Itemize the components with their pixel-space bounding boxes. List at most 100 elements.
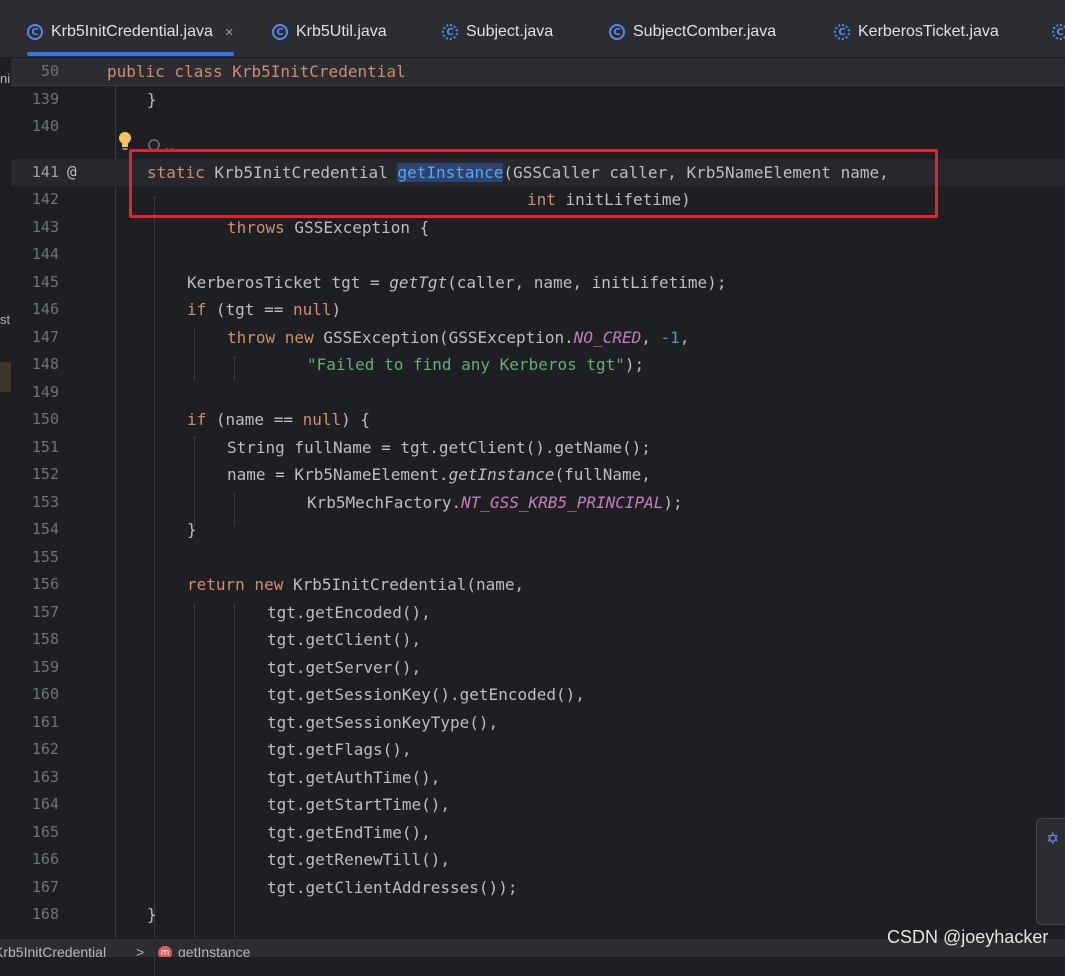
override-marker-icon[interactable]: @ <box>67 162 77 181</box>
code-line[interactable]: 157 tgt.getEncoded(), <box>11 599 1065 626</box>
code-text: String fullName = tgt.getClient().getNam… <box>227 438 651 457</box>
code-text: } <box>187 520 197 539</box>
line-number: 157 <box>31 603 59 621</box>
close-tab-icon[interactable]: × <box>225 24 234 41</box>
line-number: 140 <box>31 117 59 135</box>
code-line[interactable]: 167 tgt.getClientAddresses()); <box>11 874 1065 901</box>
code-line[interactable]: 163 tgt.getAuthTime(), <box>11 764 1065 791</box>
line-number: 146 <box>31 300 59 318</box>
line-number: 155 <box>31 548 59 566</box>
line-number: 154 <box>31 520 59 538</box>
tab-label: KerberosTicket.java <box>858 23 999 40</box>
code-line[interactable]: 153 Krb5MechFactory.NT_GSS_KRB5_PRINCIPA… <box>11 489 1065 516</box>
line-number: 150 <box>31 410 59 428</box>
code-text: tgt.getSessionKeyType(), <box>267 713 499 732</box>
code-text: tgt.getSessionKey().getEncoded(), <box>267 685 585 704</box>
line-number: 153 <box>31 493 59 511</box>
line-number: 50 <box>40 62 59 80</box>
line-number: 160 <box>31 685 59 703</box>
code-text: } <box>147 90 157 109</box>
code-line[interactable]: 145 KerberosTicket tgt = getTgt(caller, … <box>11 269 1065 296</box>
library-class-icon: C <box>442 24 458 40</box>
code-line[interactable]: 159 tgt.getServer(), <box>11 654 1065 681</box>
code-text: if (tgt == null) <box>187 300 342 319</box>
line-number: 165 <box>31 823 59 841</box>
code-text: tgt.getFlags(), <box>267 740 412 759</box>
line-number: 144 <box>31 245 59 263</box>
line-number: 149 <box>31 383 59 401</box>
code-text: tgt.getClient(), <box>267 630 422 649</box>
code-line[interactable]: 165 tgt.getEndTime(), <box>11 819 1065 846</box>
code-text: tgt.getEndTime(), <box>267 823 431 842</box>
code-line[interactable]: 144 <box>11 241 1065 268</box>
highlight-box <box>129 149 938 218</box>
tab-subject[interactable]: C Subject.java <box>442 10 553 54</box>
code-text: KerberosTicket tgt = getTgt(caller, name… <box>187 273 727 292</box>
code-line[interactable]: 146 if (tgt == null) <box>11 296 1065 323</box>
code-line[interactable]: 158 tgt.getClient(), <box>11 626 1065 653</box>
code-text: throws GSSException { <box>227 218 430 237</box>
line-number: 141 <box>31 163 59 181</box>
assistant-icon[interactable]: ✡ <box>1046 829 1059 848</box>
class-icon: C <box>272 24 288 40</box>
library-class-icon: C <box>1052 24 1065 40</box>
code-line[interactable]: 156 return new Krb5InitCredential(name, <box>11 571 1065 598</box>
line-number: 158 <box>31 630 59 648</box>
code-line[interactable]: 162 tgt.getFlags(), <box>11 736 1065 763</box>
panel-text-fragment: ni <box>0 71 11 86</box>
code-text: } <box>147 905 157 924</box>
line-number: 164 <box>31 795 59 813</box>
code-line[interactable]: 168 } <box>11 901 1065 928</box>
code-text: "Failed to find any Kerberos tgt"); <box>307 355 645 374</box>
watermark: CSDN @joeyhacker <box>887 927 1049 947</box>
code-line[interactable]: 151 String fullName = tgt.getClient().ge… <box>11 434 1065 461</box>
class-icon: C <box>609 24 625 40</box>
line-number: 145 <box>31 273 59 291</box>
tab-overflow[interactable]: C <box>1052 10 1065 54</box>
tab-subjectcomber[interactable]: C SubjectComber.java <box>609 10 776 54</box>
code-line[interactable]: 160 tgt.getSessionKey().getEncoded(), <box>11 681 1065 708</box>
library-class-icon: C <box>834 24 850 40</box>
tab-krb5initcredential[interactable]: C Krb5InitCredential.java × <box>27 10 234 56</box>
code-line[interactable]: 147 throw new GSSException(GSSException.… <box>11 324 1065 351</box>
code-line[interactable]: 164 tgt.getStartTime(), <box>11 791 1065 818</box>
code-text: tgt.getAuthTime(), <box>267 768 441 787</box>
line-number: 152 <box>31 465 59 483</box>
tab-label: Subject.java <box>466 23 554 40</box>
code-text: if (name == null) { <box>187 410 371 429</box>
code-line[interactable]: 149 <box>11 379 1065 406</box>
code-line[interactable]: 140 <box>11 113 1065 140</box>
sticky-class-header[interactable]: 50 public class Krb5InitCredential <box>11 58 1065 86</box>
breadcrumb-method[interactable]: m getInstance <box>158 944 250 957</box>
code-text: return new Krb5InitCredential(name, <box>187 575 525 594</box>
code-text: tgt.getServer(), <box>267 658 422 677</box>
code-line[interactable]: 152 name = Krb5NameElement.getInstance(f… <box>11 461 1065 488</box>
tab-label: SubjectComber.java <box>633 23 777 40</box>
code-line[interactable]: 139 } <box>11 86 1065 113</box>
code-text: tgt.getClientAddresses()); <box>267 878 518 897</box>
line-number: 156 <box>31 575 59 593</box>
tab-krb5util[interactable]: C Krb5Util.java <box>272 10 387 54</box>
line-number: 159 <box>31 658 59 676</box>
code-text: name = Krb5NameElement.getInstance(fullN… <box>227 465 651 484</box>
code-line[interactable]: 155 <box>11 544 1065 571</box>
line-number: 147 <box>31 328 59 346</box>
line-number: 151 <box>31 438 59 456</box>
tab-kerberosticket[interactable]: C KerberosTicket.java <box>834 10 999 54</box>
floating-assistant-panel[interactable]: ✡ <box>1036 818 1065 925</box>
code-line[interactable]: 148 "Failed to find any Kerberos tgt"); <box>11 351 1065 378</box>
method-icon: m <box>158 946 172 957</box>
code-line[interactable]: 154 } <box>11 516 1065 543</box>
line-number: 148 <box>31 355 59 373</box>
code-text: tgt.getEncoded(), <box>267 603 431 622</box>
breadcrumb-class[interactable]: Krb5InitCredential <box>0 944 106 957</box>
panel-text-fragment: st <box>0 312 11 327</box>
line-number: 161 <box>31 713 59 731</box>
tab-label: Krb5InitCredential.java <box>51 23 213 40</box>
code-text: public class Krb5InitCredential <box>107 62 406 81</box>
code-line[interactable]: 166 tgt.getRenewTill(), <box>11 846 1065 873</box>
code-line[interactable]: 150 if (name == null) { <box>11 406 1065 433</box>
lightbulb-icon[interactable] <box>117 131 133 151</box>
code-line[interactable]: 143 throws GSSException { <box>11 214 1065 241</box>
code-line[interactable]: 161 tgt.getSessionKeyType(), <box>11 709 1065 736</box>
